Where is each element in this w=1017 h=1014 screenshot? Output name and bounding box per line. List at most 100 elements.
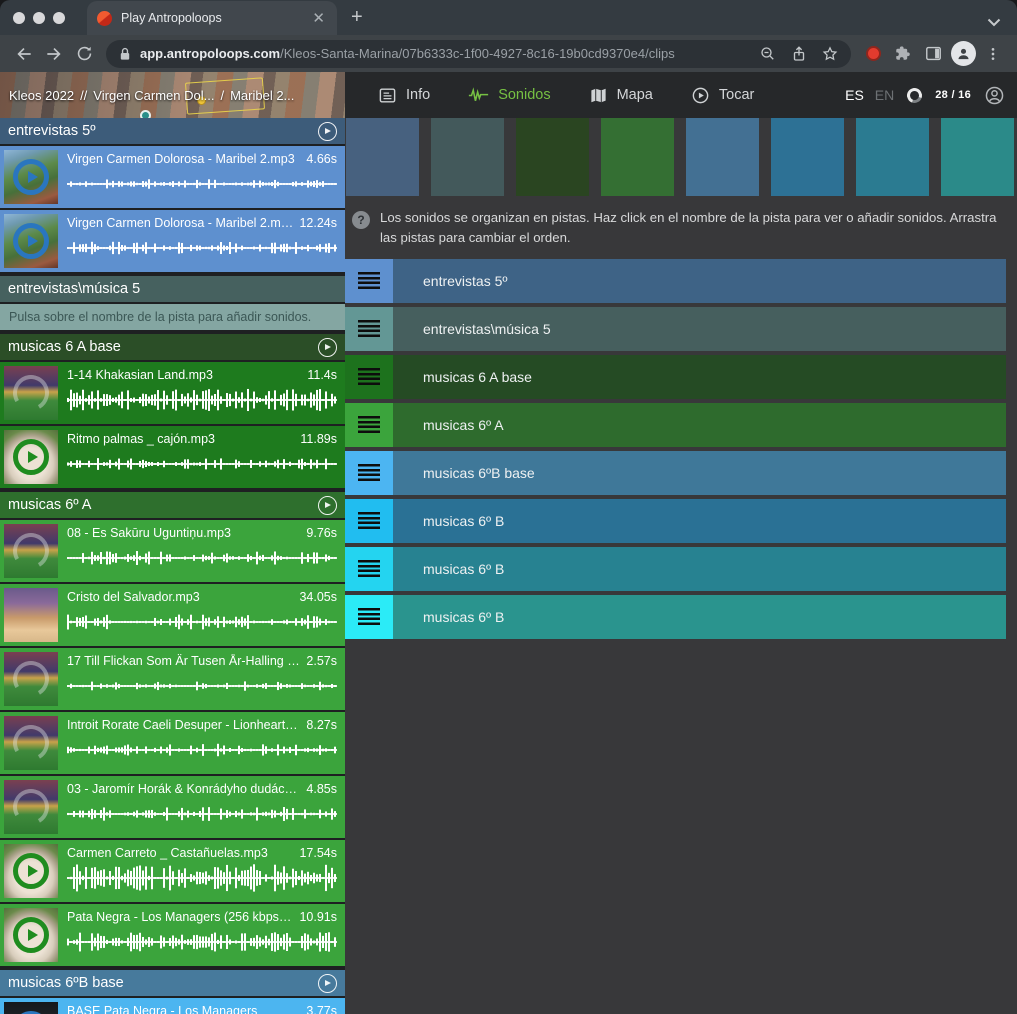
section-play-button[interactable] <box>318 122 337 141</box>
track-color-block[interactable] <box>346 118 419 196</box>
audio-clip[interactable]: 1-14 Khakasian Land.mp311.4s <box>0 362 345 424</box>
nav-tab-tocar[interactable]: Tocar <box>672 72 773 118</box>
section-play-button[interactable] <box>318 496 337 515</box>
zoom-icon[interactable] <box>759 45 777 63</box>
track-drag-handle[interactable] <box>345 355 393 399</box>
clip-play-button-icon[interactable] <box>13 917 49 953</box>
tab-close-icon[interactable]: ✕ <box>310 9 327 27</box>
audio-clip[interactable]: 08 - Es Sakūru Uguntiņu.mp39.76s <box>0 520 345 582</box>
language-es[interactable]: ES <box>845 87 864 103</box>
track-row[interactable]: entrevistas\música 5 <box>345 307 1006 351</box>
track-section-header[interactable]: entrevistas\música 5 <box>0 276 345 302</box>
tab-search-chevron-icon[interactable] <box>987 18 1001 27</box>
track-row-body[interactable]: musicas 6º B <box>393 499 1006 543</box>
clip-thumbnail[interactable] <box>4 366 58 420</box>
nav-tab-info[interactable]: Info <box>359 72 449 118</box>
audio-clip[interactable]: BASE Pata Negra - Los Managers3.77s <box>0 998 345 1014</box>
clip-play-button-icon[interactable] <box>13 223 49 259</box>
track-drag-handle[interactable] <box>345 403 393 447</box>
window-close-button[interactable] <box>13 12 25 24</box>
reload-button[interactable] <box>70 40 98 68</box>
track-section-header[interactable]: entrevistas 5º <box>0 118 345 144</box>
new-tab-button[interactable]: + <box>351 6 363 29</box>
track-row[interactable]: musicas 6ºB base <box>345 451 1006 495</box>
track-drag-handle[interactable] <box>345 547 393 591</box>
profile-avatar[interactable] <box>949 40 977 68</box>
breadcrumb-project[interactable]: Kleos 2022 <box>9 88 74 103</box>
track-row[interactable]: musicas 6 A base <box>345 355 1006 399</box>
track-drag-handle[interactable] <box>345 595 393 639</box>
side-panel-icon[interactable] <box>919 40 947 68</box>
track-row[interactable]: musicas 6º B <box>345 595 1006 639</box>
track-row-body[interactable]: musicas 6º A <box>393 403 1006 447</box>
clip-thumbnail[interactable] <box>4 780 58 834</box>
track-row-body[interactable]: musicas 6º B <box>393 595 1006 639</box>
address-bar[interactable]: app.antropoloops.com/Kleos-Santa-Marina/… <box>106 40 851 68</box>
breadcrumb-item[interactable]: Maribel 2... <box>230 88 294 103</box>
forward-button[interactable] <box>40 40 68 68</box>
clip-thumbnail[interactable] <box>4 1002 58 1014</box>
track-row[interactable]: musicas 6º A <box>345 403 1006 447</box>
track-color-block[interactable] <box>686 118 759 196</box>
track-color-block[interactable] <box>601 118 674 196</box>
section-play-button[interactable] <box>318 338 337 357</box>
audio-clip[interactable]: Virgen Carmen Dolorosa - Maribel 2.mp34.… <box>0 146 345 208</box>
track-row-body[interactable]: entrevistas\música 5 <box>393 307 1006 351</box>
nav-tab-mapa[interactable]: Mapa <box>570 72 672 118</box>
share-icon[interactable] <box>790 45 808 63</box>
track-row-body[interactable]: musicas 6ºB base <box>393 451 1006 495</box>
clip-thumbnail[interactable] <box>4 908 58 962</box>
audio-clip[interactable]: Introit Rorate Caeli Desuper - Lionheart… <box>0 712 345 774</box>
track-color-block[interactable] <box>431 118 504 196</box>
section-play-button[interactable] <box>318 974 337 993</box>
track-drag-handle[interactable] <box>345 499 393 543</box>
track-row[interactable]: entrevistas 5º <box>345 259 1006 303</box>
audio-clip[interactable]: Cristo del Salvador.mp334.05s <box>0 584 345 646</box>
record-extension-icon[interactable] <box>859 40 887 68</box>
audio-clip[interactable]: Ritmo palmas _ cajón.mp311.89s <box>0 426 345 488</box>
window-zoom-button[interactable] <box>53 12 65 24</box>
account-icon[interactable] <box>984 85 1005 106</box>
browser-menu-icon[interactable] <box>979 40 1007 68</box>
extensions-icon[interactable] <box>889 40 917 68</box>
clip-thumbnail[interactable] <box>4 588 58 642</box>
audio-clip[interactable]: 03 - Jaromír Horák & Konrádyho dudácká .… <box>0 776 345 838</box>
track-row-body[interactable]: musicas 6º B <box>393 547 1006 591</box>
track-row[interactable]: musicas 6º B <box>345 499 1006 543</box>
track-row-body[interactable]: musicas 6 A base <box>393 355 1006 399</box>
window-minimize-button[interactable] <box>33 12 45 24</box>
clip-thumbnail[interactable] <box>4 430 58 484</box>
browser-tab[interactable]: Play Antropoloops ✕ <box>87 1 337 35</box>
audio-clip[interactable]: Carmen Carreto _ Castañuelas.mp317.54s <box>0 840 345 902</box>
breadcrumb[interactable]: Kleos 2022 // Virgen Carmen Dol... / Mar… <box>0 72 345 118</box>
nav-tab-sonidos[interactable]: Sonidos <box>449 72 569 118</box>
clip-thumbnail[interactable] <box>4 524 58 578</box>
language-en[interactable]: EN <box>875 87 894 103</box>
track-row-body[interactable]: entrevistas 5º <box>393 259 1006 303</box>
clip-play-button-icon[interactable] <box>13 439 49 475</box>
track-section-header[interactable]: musicas 6ºB base <box>0 970 345 996</box>
track-section-header[interactable]: musicas 6º A <box>0 492 345 518</box>
audio-clip[interactable]: 17 Till Flickan Som Är Tusen År-Halling … <box>0 648 345 710</box>
clip-thumbnail[interactable] <box>4 150 58 204</box>
track-row[interactable]: musicas 6º B <box>345 547 1006 591</box>
track-drag-handle[interactable] <box>345 451 393 495</box>
track-color-block[interactable] <box>516 118 589 196</box>
clip-play-button-icon[interactable] <box>13 159 49 195</box>
track-color-block[interactable] <box>941 118 1014 196</box>
audio-clip[interactable]: Virgen Carmen Dolorosa - Maribel 2.mp312… <box>0 210 345 272</box>
bookmark-star-icon[interactable] <box>821 45 839 63</box>
track-drag-handle[interactable] <box>345 307 393 351</box>
back-button[interactable] <box>10 40 38 68</box>
clip-play-button-icon[interactable] <box>13 853 49 889</box>
clip-thumbnail[interactable] <box>4 716 58 770</box>
clip-thumbnail[interactable] <box>4 844 58 898</box>
track-color-block[interactable] <box>771 118 844 196</box>
breadcrumb-group[interactable]: Virgen Carmen Dol... <box>93 88 214 103</box>
track-section-header[interactable]: musicas 6 A base <box>0 334 345 360</box>
clip-thumbnail[interactable] <box>4 214 58 268</box>
track-drag-handle[interactable] <box>345 259 393 303</box>
track-color-block[interactable] <box>856 118 929 196</box>
clip-thumbnail[interactable] <box>4 652 58 706</box>
audio-clip[interactable]: Pata Negra - Los Managers (256 kbps).mp3… <box>0 904 345 966</box>
